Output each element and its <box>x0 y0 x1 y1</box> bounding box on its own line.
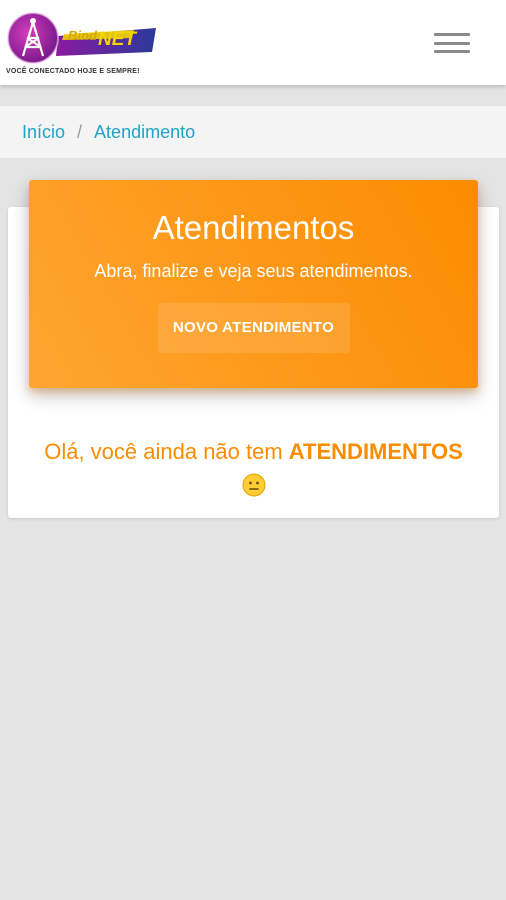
breadcrumb: Início / Atendimento <box>0 106 506 158</box>
breadcrumb-separator: / <box>77 121 83 142</box>
hamburger-menu-icon[interactable] <box>434 30 470 56</box>
top-header: Bind NET VOCÊ CONECTADO HOJE E SEMPRE! <box>0 0 506 85</box>
logo-tagline: VOCÊ CONECTADO HOJE E SEMPRE! <box>6 68 140 75</box>
empty-state-message: Olá, você ainda não tem ATENDIMENTOS <box>8 436 499 500</box>
new-ticket-button[interactable]: NOVO ATENDIMENTO <box>157 303 350 353</box>
empty-state-highlight: ATENDIMENTOS <box>288 439 463 464</box>
menu-bar <box>434 50 470 53</box>
svg-text:Bind: Bind <box>68 28 98 43</box>
breadcrumb-home-link[interactable]: Início <box>22 122 65 143</box>
menu-bar <box>434 41 470 45</box>
menu-bar <box>434 33 470 36</box>
empty-state-prefix: Olá, você ainda não tem <box>44 439 289 464</box>
breadcrumb-current-link[interactable]: Atendimento <box>94 122 195 143</box>
neutral-face-emoji-icon <box>242 473 266 497</box>
svg-text:NET: NET <box>98 29 137 50</box>
page-title: Atendimentos <box>152 209 355 246</box>
logo-graphic: Bind NET <box>7 12 156 64</box>
hero-banner: Atendimentos Abra, finalize e veja seus … <box>29 180 478 388</box>
page-subtitle: Abra, finalize e veja seus atendimentos. <box>94 261 413 281</box>
